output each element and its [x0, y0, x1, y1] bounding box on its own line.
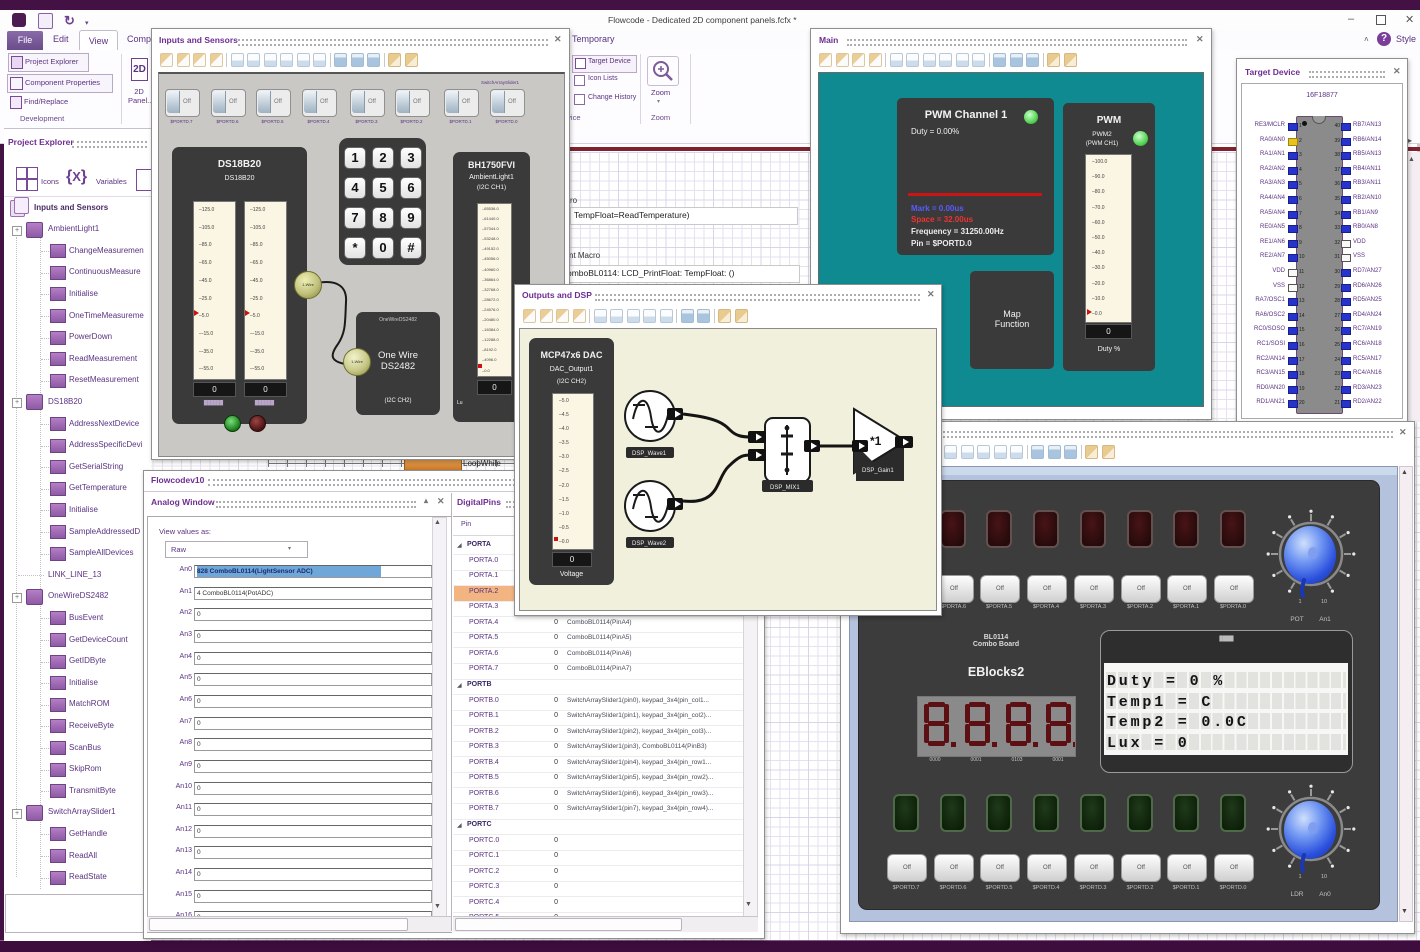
- svg-text:DSP_MIX1: DSP_MIX1: [770, 485, 800, 491]
- svg-text:DSP_Gain1: DSP_Gain1: [862, 468, 894, 474]
- svg-text:DSP_Wave2: DSP_Wave2: [632, 541, 667, 547]
- svg-text:DSP_Wave1: DSP_Wave1: [632, 451, 667, 457]
- svg-text:*1: *1: [870, 434, 882, 448]
